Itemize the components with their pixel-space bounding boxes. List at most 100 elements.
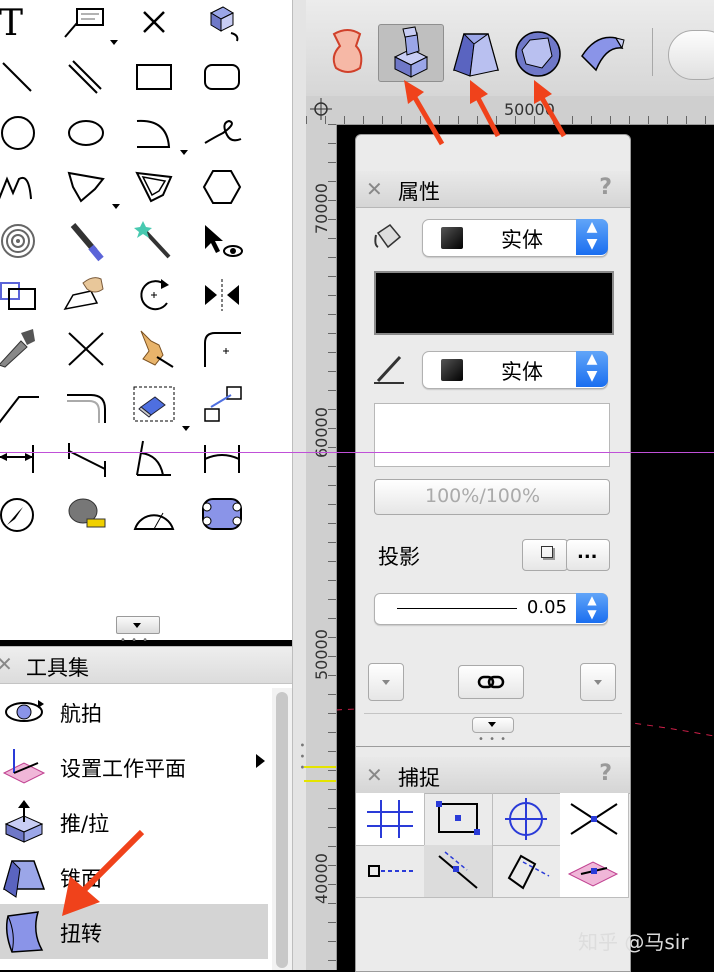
arc-tool-icon[interactable] (132, 110, 176, 154)
pen-icon (372, 353, 406, 385)
close-icon[interactable]: ✕ (0, 652, 13, 676)
twist-icon (5, 911, 44, 953)
oval-tool-icon[interactable] (64, 110, 108, 154)
angled-dimension-tool-icon[interactable] (64, 436, 108, 480)
palette-collapse-button[interactable] (116, 616, 160, 634)
shadow-more-button[interactable]: ... (566, 539, 610, 571)
3d-rotate-tool-icon[interactable] (200, 0, 244, 44)
rotate-tool-icon[interactable] (132, 272, 176, 316)
resize-grip[interactable]: • • • (478, 735, 507, 745)
fill-preview[interactable] (374, 271, 614, 335)
watermark: 知乎 @马sir (578, 930, 689, 954)
mirror-tool-icon[interactable] (200, 272, 244, 316)
visibility-tool-icon[interactable] (200, 218, 244, 262)
close-x-tool-icon[interactable] (132, 0, 176, 44)
snapping-header: ✕ 捕捉 ? (356, 757, 630, 794)
guide-line (0, 452, 714, 453)
opacity-value: 100%/100% (425, 485, 541, 507)
eyedropper-tool-icon[interactable] (64, 218, 108, 262)
submenu-indicator-icon (112, 204, 120, 209)
clip-surface-tool-icon[interactable] (200, 382, 244, 426)
line-tool-icon[interactable] (0, 54, 40, 98)
scrollbar-thumb[interactable] (276, 692, 288, 968)
line-style-value: 实体 (501, 360, 543, 384)
snap-tangent-icon (438, 851, 478, 889)
callout-tool-icon[interactable] (62, 0, 106, 44)
connect-combine-tool-icon[interactable] (64, 326, 108, 370)
regular-polygon-tool-icon[interactable] (200, 164, 244, 208)
link-attributes-button[interactable] (458, 665, 524, 699)
snap-perpendicular-button[interactable] (492, 845, 561, 898)
stepper-icon: ▲ ▼ (576, 219, 608, 255)
arrow-start-button[interactable] (368, 663, 404, 701)
double-polygon-tool-icon[interactable] (132, 164, 176, 208)
polygon-tool-icon[interactable] (64, 164, 108, 208)
snap-to-distance-button[interactable] (356, 845, 425, 898)
arrow-end-button[interactable] (580, 663, 616, 701)
resize-grip[interactable]: • • • (120, 636, 149, 646)
tape-measure-tool-icon[interactable] (64, 492, 108, 536)
fill-style-select[interactable]: 实体 ▲ ▼ (422, 219, 608, 257)
stake-object-tool-icon[interactable] (200, 492, 244, 536)
circle-tool-icon[interactable] (0, 110, 40, 154)
snap-perpendicular-icon (507, 854, 550, 890)
chamfer-tool-icon[interactable] (0, 382, 40, 426)
link-icon (477, 675, 505, 689)
spiral-tool-icon[interactable] (0, 218, 40, 262)
freehand-tool-icon[interactable] (200, 110, 244, 154)
submenu-indicator-icon (182, 426, 190, 431)
double-line-tool-icon[interactable] (64, 54, 108, 98)
magic-wand-tool-icon[interactable] (132, 218, 176, 262)
offset-tool-icon[interactable] (64, 382, 108, 426)
split-tool-icon[interactable] (0, 326, 40, 370)
arc-dimension-tool-icon[interactable] (200, 436, 244, 480)
help-icon[interactable]: ? (599, 761, 612, 786)
close-icon[interactable]: ✕ (366, 177, 383, 201)
line-preview[interactable] (374, 403, 610, 467)
snapping-title: 捕捉 (398, 766, 440, 790)
toolsets-scrollbar[interactable] (272, 688, 292, 970)
angular-dimension-tool-icon[interactable] (132, 436, 176, 480)
rounded-rectangle-tool-icon[interactable] (200, 54, 244, 98)
toolbar-separator (652, 28, 653, 76)
shadow-label: 投影 (378, 545, 420, 569)
opacity-button[interactable]: 100%/100% (374, 479, 610, 515)
help-icon[interactable]: ? (599, 175, 612, 200)
divider (364, 713, 622, 714)
snap-to-grid-button[interactable] (356, 793, 425, 846)
compass-tool-icon[interactable] (0, 492, 40, 536)
shadow-icon (541, 546, 553, 558)
submenu-arrow-icon (256, 754, 265, 768)
snap-to-intersection-button[interactable] (560, 793, 629, 846)
toolsets-title: 工具集 (26, 656, 89, 680)
reshape-tool-icon[interactable] (62, 272, 106, 316)
selection-target-tool-icon[interactable] (0, 272, 40, 316)
collapse-button[interactable] (472, 717, 514, 733)
toolset-item-working-plane[interactable]: 设置工作平面 (0, 739, 268, 794)
view-control-button[interactable] (668, 30, 714, 80)
annotation-arrows (404, 80, 567, 146)
trim-tool-icon[interactable] (132, 326, 176, 370)
line-style-select[interactable]: 实体 ▲ ▼ (422, 351, 608, 389)
text-tool-icon[interactable]: T (0, 0, 40, 44)
protractor-tool-icon[interactable] (132, 492, 176, 536)
linear-dimension-tool-icon[interactable] (0, 436, 38, 480)
rectangle-tool-icon[interactable] (132, 54, 176, 98)
eraser-selection-tool-icon[interactable] (132, 382, 176, 426)
snap-working-plane-button[interactable] (560, 845, 629, 898)
toolsets-header: ✕ 工具集 (0, 646, 292, 684)
vertical-ruler: 70000 60000 50000 40000 (304, 124, 337, 970)
snap-to-tangent-button[interactable] (424, 845, 493, 898)
snap-to-angle-button[interactable] (492, 793, 561, 846)
fill-bucket-icon (372, 221, 406, 253)
shadow-toggle-button[interactable] (522, 539, 568, 571)
snap-to-object-button[interactable] (424, 793, 493, 846)
sweep-icon[interactable] (576, 26, 628, 80)
fill-style-value: 实体 (501, 228, 543, 252)
line-weight-select[interactable]: 0.05 ▲ ▼ (374, 593, 608, 625)
extrude-icon[interactable] (326, 24, 370, 78)
toolset-item-flyover[interactable]: 航拍 (0, 684, 268, 739)
polyline-tool-icon[interactable] (0, 164, 40, 208)
fillet-tool-icon[interactable] (200, 326, 244, 370)
close-icon[interactable]: ✕ (366, 763, 383, 787)
